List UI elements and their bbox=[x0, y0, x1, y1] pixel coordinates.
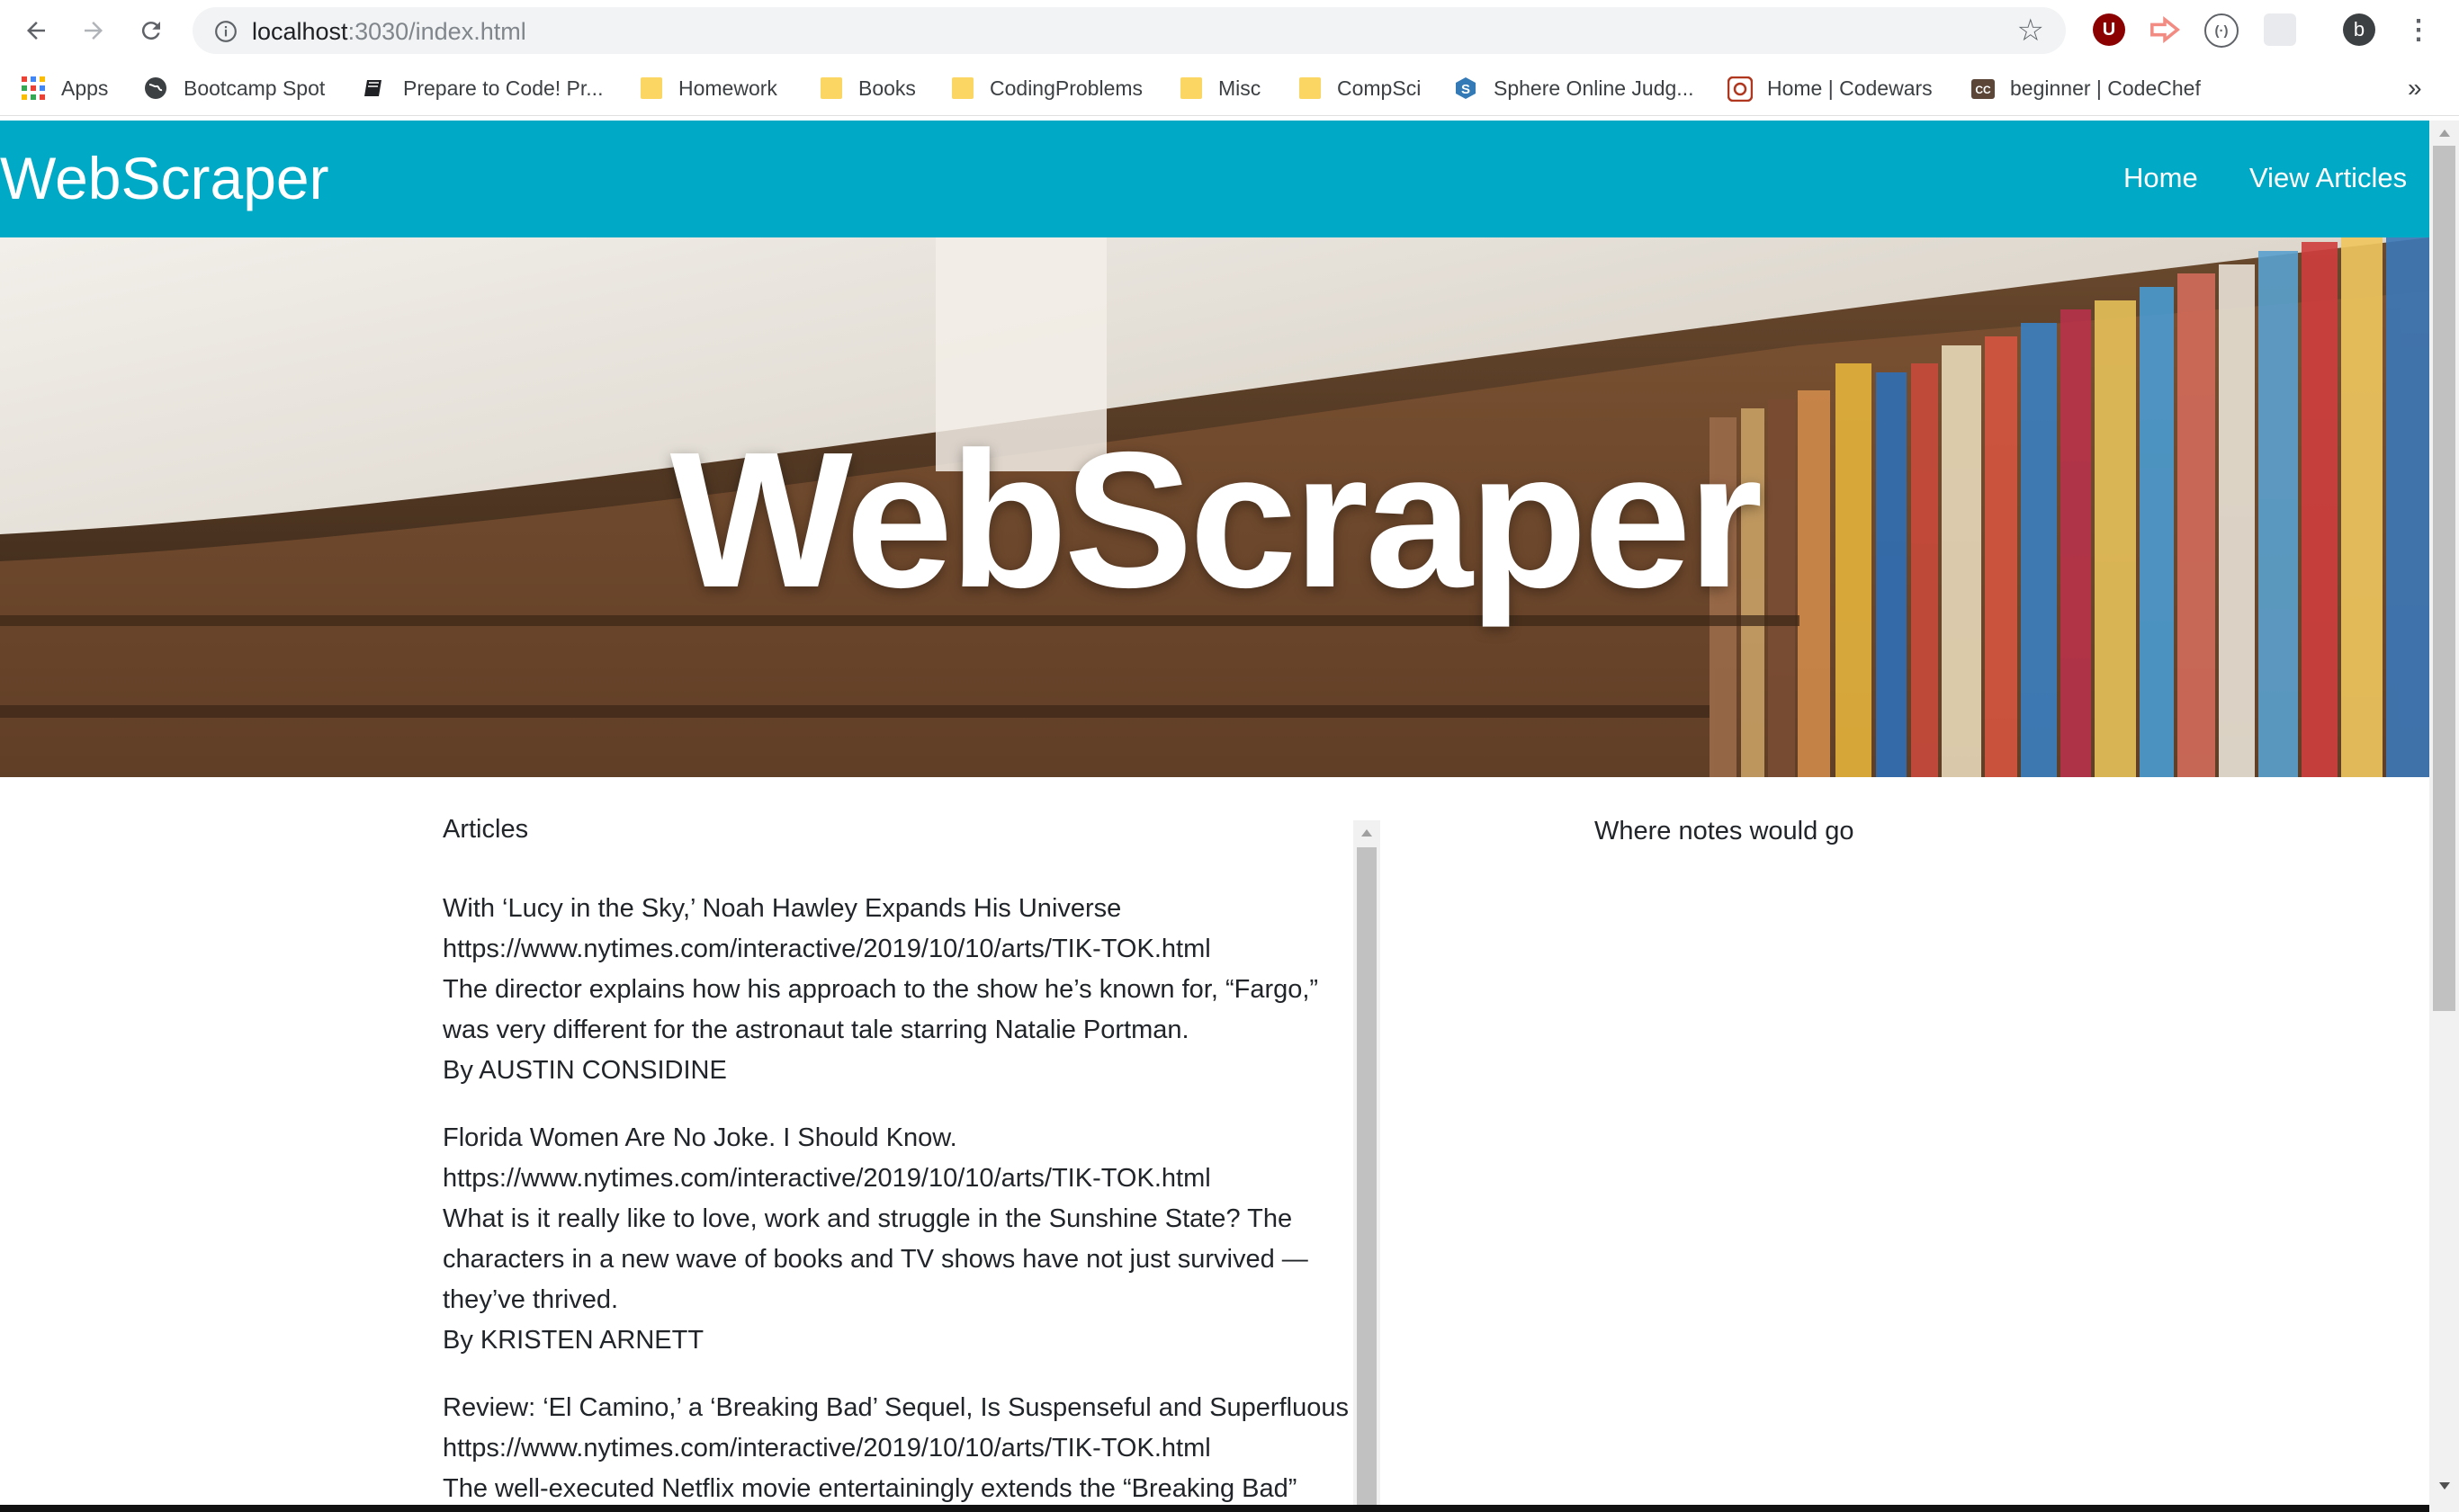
bookmark-label: Prepare to Code! Pr... bbox=[403, 76, 604, 100]
bookmarks-bar: Apps Bootcamp Spot Prepare to Code! Pr..… bbox=[0, 61, 2459, 116]
article-title: Review: ‘El Camino,’ a ‘Breaking Bad’ Se… bbox=[443, 1393, 1349, 1422]
notes-heading: Where notes would go bbox=[1594, 817, 1854, 845]
codewars-icon bbox=[1727, 76, 1754, 103]
articles-column: Articles With ‘Lucy in the Sky,’ Noah Ha… bbox=[443, 810, 1353, 1512]
book-icon bbox=[363, 76, 387, 100]
browser-toolbar: localhost:3030/index.html ☆ U (·) b ⋮ bbox=[0, 0, 2459, 61]
article-title: Florida Women Are No Joke. I Should Know… bbox=[443, 1123, 957, 1152]
article-item: With ‘Lucy in the Sky,’ Noah Hawley Expa… bbox=[443, 889, 1353, 1091]
bookmark-spoj[interactable]: S Sphere Online Judg... bbox=[1454, 74, 1693, 103]
bookmark-label: beginner | CodeChef bbox=[2010, 76, 2201, 100]
article-title: With ‘Lucy in the Sky,’ Noah Hawley Expa… bbox=[443, 894, 1122, 923]
article-link[interactable]: https://www.nytimes.com/interactive/2019… bbox=[443, 1428, 1353, 1469]
reload-icon[interactable] bbox=[131, 11, 171, 50]
apps-grid-icon bbox=[22, 76, 45, 100]
back-arrow-icon[interactable] bbox=[16, 11, 56, 50]
profile-initial: b bbox=[2353, 18, 2365, 40]
articles-scrollbar-thumb[interactable] bbox=[1357, 847, 1377, 1512]
page-scroll-up-arrow-icon[interactable] bbox=[2437, 128, 2452, 139]
page-scroll-down-arrow-icon[interactable] bbox=[2437, 1481, 2452, 1491]
ublock-extension-icon[interactable]: U bbox=[2093, 13, 2125, 46]
article-summary: What is it really like to love, work and… bbox=[443, 1204, 1308, 1314]
folder-icon bbox=[641, 77, 662, 99]
folder-icon bbox=[1180, 77, 1202, 99]
bookmark-label: CodingProblems bbox=[990, 76, 1144, 100]
bookmark-bootcamp-spot[interactable]: Bootcamp Spot bbox=[144, 74, 325, 103]
page-scrollbar[interactable] bbox=[2429, 121, 2459, 1512]
bookmark-label: CompSci bbox=[1337, 76, 1422, 100]
bookmark-apps[interactable]: Apps bbox=[22, 74, 108, 103]
globe-icon bbox=[144, 76, 167, 100]
forward-arrow-icon[interactable] bbox=[74, 11, 113, 50]
spoj-icon: S bbox=[1454, 76, 1477, 100]
bookmark-label: Misc bbox=[1218, 76, 1261, 100]
overflow-chevron-icon: » bbox=[2408, 74, 2422, 102]
bookmark-label: Sphere Online Judg... bbox=[1494, 76, 1694, 100]
articles-heading: Articles bbox=[443, 815, 529, 844]
nav-link-view-articles[interactable]: View Articles bbox=[2249, 162, 2407, 194]
bookmark-prepare-to-code[interactable]: Prepare to Code! Pr... bbox=[363, 74, 603, 103]
article-byline: By KRISTEN ARNETT bbox=[443, 1326, 704, 1355]
article-byline: By AUSTIN CONSIDINE bbox=[443, 1056, 727, 1085]
page-scrollbar-thumb[interactable] bbox=[2433, 146, 2455, 1011]
bookmark-codechef[interactable]: CC beginner | CodeChef bbox=[1970, 74, 2201, 103]
bookmark-folder-codingproblems[interactable]: CodingProblems bbox=[952, 74, 1143, 103]
svg-text:CC: CC bbox=[1975, 84, 1991, 96]
bookmark-label: Apps bbox=[61, 76, 109, 100]
bookmark-label: Homework bbox=[678, 76, 777, 100]
bookmark-folder-compsci[interactable]: CompSci bbox=[1299, 74, 1421, 103]
extension-arrow-icon[interactable] bbox=[2149, 13, 2181, 46]
url-path: :3030/index.html bbox=[347, 18, 526, 45]
bookmark-folder-books[interactable]: Books bbox=[821, 74, 916, 103]
bookmarks-overflow-button[interactable]: » bbox=[2408, 74, 2422, 103]
address-bar[interactable]: localhost:3030/index.html ☆ bbox=[193, 7, 2066, 54]
article-summary: The well-executed Netflix movie entertai… bbox=[443, 1474, 1297, 1503]
bookmark-folder-homework[interactable]: Homework bbox=[641, 74, 777, 103]
url-text[interactable]: localhost:3030/index.html bbox=[252, 18, 526, 46]
folder-icon bbox=[952, 77, 974, 99]
bookmark-label: Books bbox=[858, 76, 916, 100]
browser-menu-icon[interactable]: ⋮ bbox=[2402, 13, 2435, 46]
article-item: Review: ‘El Camino,’ a ‘Breaking Bad’ Se… bbox=[443, 1388, 1353, 1509]
profile-avatar[interactable]: b bbox=[2343, 13, 2375, 46]
nav-link-home[interactable]: Home bbox=[2123, 162, 2198, 194]
bookmark-folder-misc[interactable]: Misc bbox=[1180, 74, 1261, 103]
article-summary: The director explains how his approach t… bbox=[443, 975, 1319, 1044]
hero-title: WebScraper bbox=[669, 411, 1763, 628]
folder-icon bbox=[821, 77, 842, 99]
site-info-icon[interactable] bbox=[214, 20, 238, 48]
article-item: Florida Women Are No Joke. I Should Know… bbox=[443, 1118, 1353, 1361]
extension-brackets-icon[interactable]: (·) bbox=[2204, 13, 2239, 48]
site-navbar: WebScraper Home View Articles bbox=[0, 121, 2429, 237]
extension-grid-icon[interactable] bbox=[2264, 13, 2296, 46]
navbar-brand[interactable]: WebScraper bbox=[0, 144, 329, 212]
folder-icon bbox=[1299, 77, 1321, 99]
bookmark-label: Home | Codewars bbox=[1767, 76, 1933, 100]
bookmark-codewars[interactable]: Home | Codewars bbox=[1727, 74, 1933, 103]
ublock-label: U bbox=[2102, 19, 2116, 40]
article-link[interactable]: https://www.nytimes.com/interactive/2019… bbox=[443, 929, 1353, 970]
hero-banner: WebScraper bbox=[0, 237, 2429, 777]
article-link[interactable]: https://www.nytimes.com/interactive/2019… bbox=[443, 1159, 1353, 1199]
svg-text:S: S bbox=[1461, 82, 1470, 97]
bookmark-star-icon[interactable]: ☆ bbox=[2017, 15, 2044, 46]
url-host: localhost bbox=[252, 18, 348, 45]
scroll-up-arrow-icon[interactable] bbox=[1360, 828, 1374, 838]
window-bottom-edge bbox=[0, 1505, 2429, 1512]
codechef-icon: CC bbox=[1970, 76, 1995, 100]
bookmark-label: Bootcamp Spot bbox=[184, 76, 326, 100]
articles-scrollbar[interactable] bbox=[1353, 820, 1380, 1512]
